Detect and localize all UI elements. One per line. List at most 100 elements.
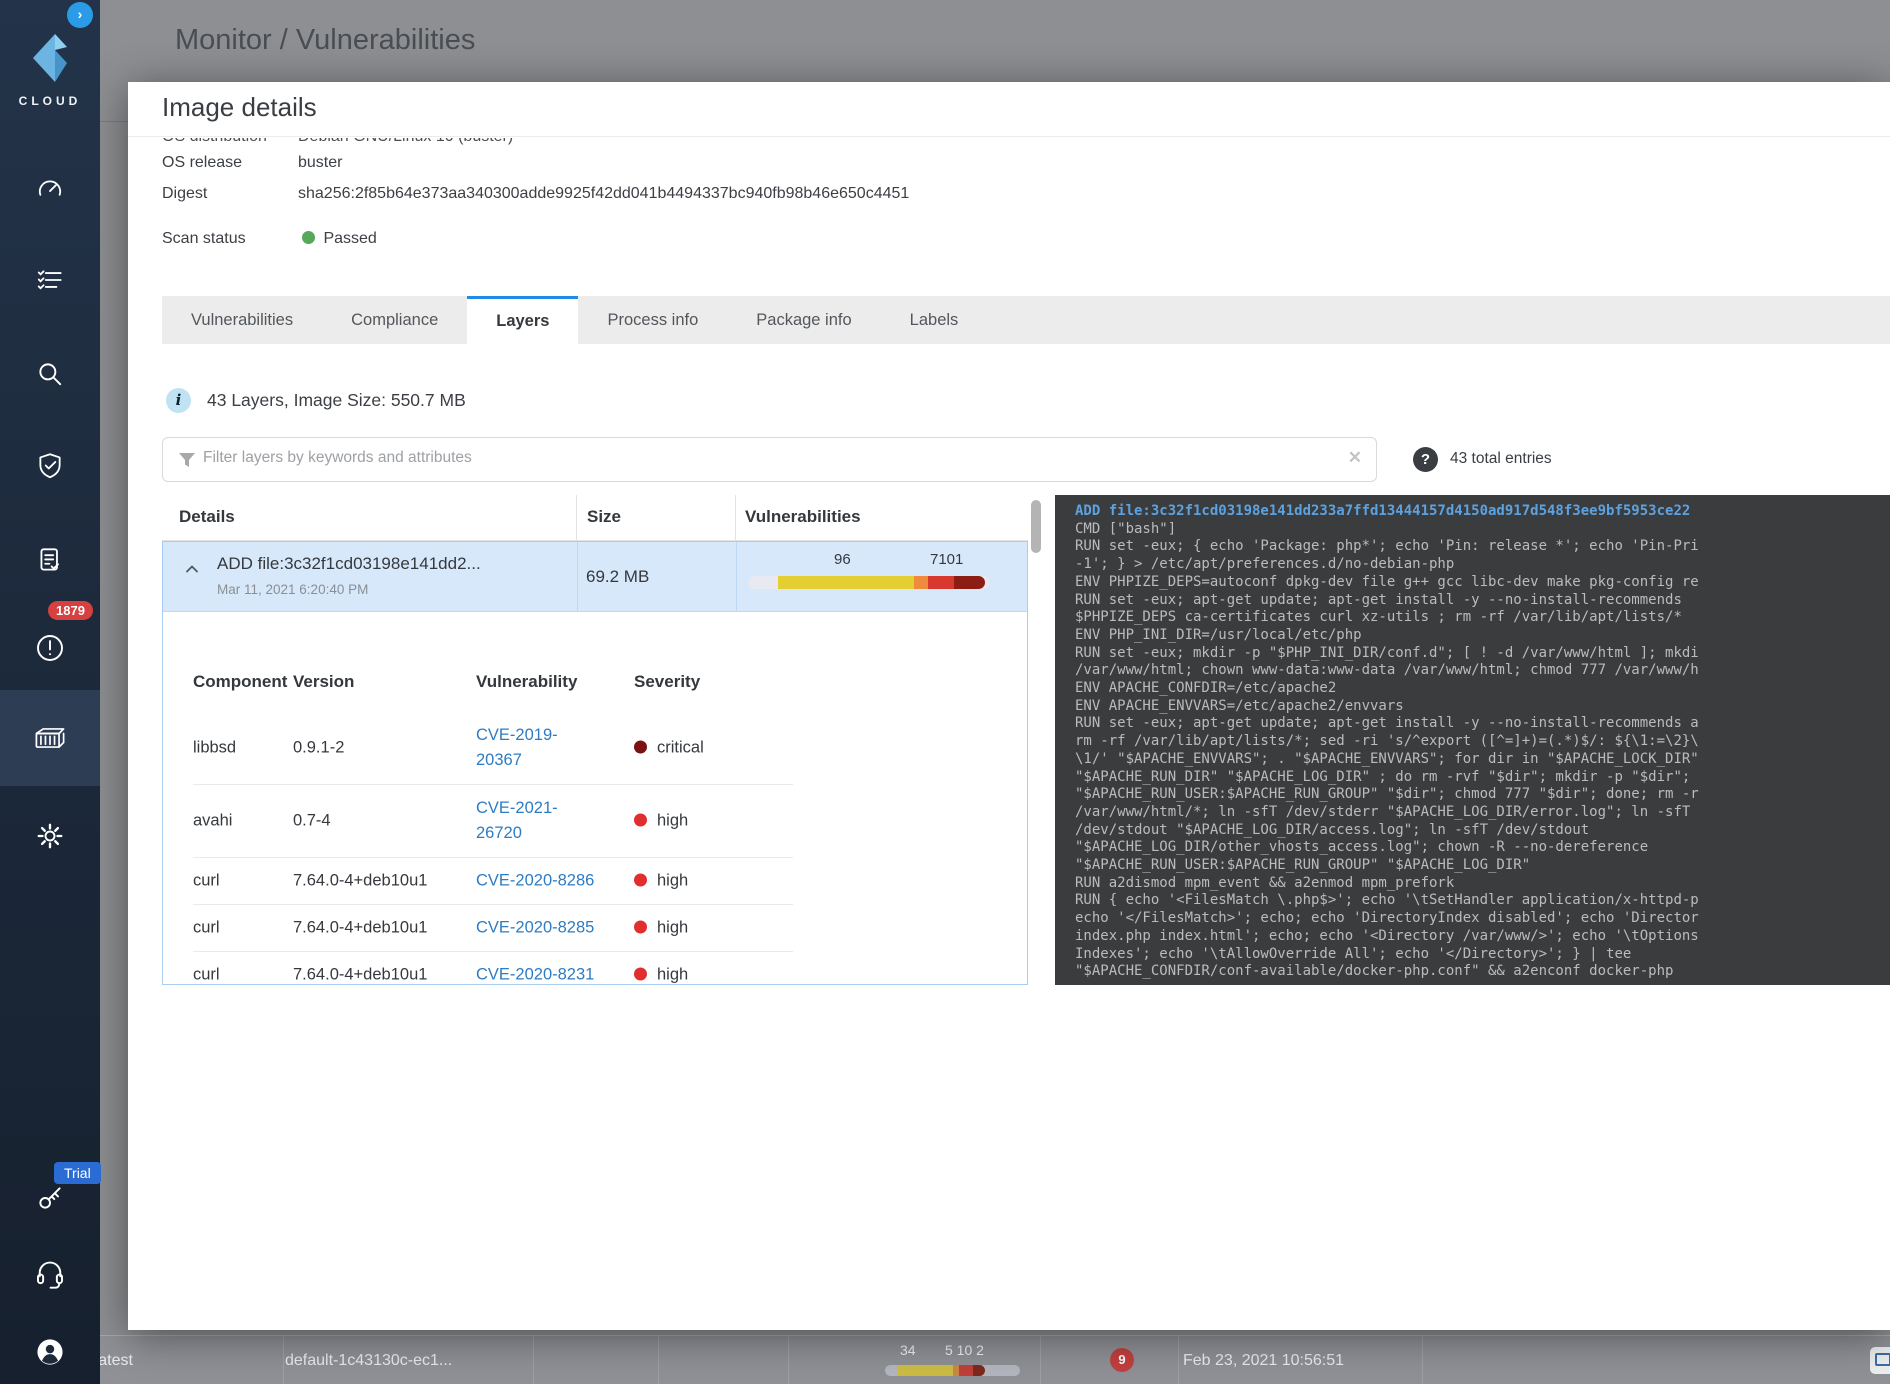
logo-text: CLOUD (0, 94, 100, 108)
modal-tabs: VulnerabilitiesComplianceLayersProcess i… (162, 296, 1890, 344)
layers-panes: Details Size Vulnerabilities ADD file:3c… (162, 495, 1890, 985)
code-line: "$APACHE_RUN_USER:$APACHE_RUN_GROUP" "$d… (1075, 786, 1890, 804)
layer-date: Mar 11, 2021 6:20:40 PM (217, 582, 368, 597)
code-line: ENV APACHE_ENVVARS=/etc/apache2/envvars (1075, 698, 1890, 716)
bottom-row-date: Feb 23, 2021 10:56:51 (1183, 1336, 1344, 1384)
screen: CLOUD › 1879 (0, 0, 1890, 1384)
modal-title: Image details (162, 92, 317, 123)
severity-cell: critical (634, 739, 704, 758)
code-line: "$APACHE_CONFDIR/conf-available/docker-p… (1075, 963, 1890, 981)
component-name: avahi (193, 812, 232, 831)
code-line: RUN set -eux; mkdir -p "$PHP_INI_DIR/con… (1075, 645, 1890, 663)
layers-table-header: Details Size Vulnerabilities (162, 495, 1028, 541)
cve-link[interactable]: CVE-2020-8285 (476, 919, 594, 938)
code-line: ENV PHPIZE_DEPS=autoconf dpkg-dev file g… (1075, 574, 1890, 592)
code-line: ENV APACHE_CONFDIR=/etc/apache2 (1075, 680, 1890, 698)
tab-labels[interactable]: Labels (881, 296, 988, 344)
component-version: 7.64.0-4+deb10u1 (293, 872, 427, 891)
layers-filter-input[interactable]: Filter layers by keywords and attributes… (162, 437, 1377, 482)
vuln-bar-label-left: 96 (834, 551, 851, 568)
cve-link[interactable]: CVE-2019-20367 (476, 723, 571, 773)
code-line: "$APACHE_RUN_USER:$APACHE_RUN_GROUP" "$A… (1075, 857, 1890, 875)
severity-cell: high (634, 919, 688, 938)
detail-row-os-release: OS releasebuster (162, 154, 342, 172)
sidebar-item-containers[interactable] (0, 690, 100, 786)
help-icon[interactable]: ? (1413, 447, 1438, 472)
header-version: Version (293, 672, 354, 692)
component-version: 7.64.0-4+deb10u1 (293, 919, 427, 938)
component-row: curl 7.64.0-4+deb10u1 CVE-2020-8231 high (193, 952, 793, 985)
code-line: /var/www/html; chown www-data:www-data /… (1075, 662, 1890, 680)
code-line: "$APACHE_RUN_DIR" "$APACHE_LOG_DIR" ; do… (1075, 769, 1890, 787)
sidebar-item-compliance[interactable] (0, 524, 100, 596)
code-line: RUN set -eux; { echo 'Package: php*'; ec… (1075, 538, 1890, 556)
header-severity: Severity (634, 672, 700, 692)
detail-row-os-distribution: OS distributionDebian GNU/Linux 10 (bust… (162, 138, 1870, 148)
sidebar-expand-button[interactable]: › (67, 2, 93, 28)
layer-row[interactable]: ADD file:3c32f1cd03198e141dd2... Mar 11,… (163, 542, 1027, 612)
tab-package-info[interactable]: Package info (727, 296, 880, 344)
vuln-bar-label-right: 7101 (930, 551, 963, 568)
code-line: "$APACHE_LOG_DIR/other_vhosts_access.log… (1075, 839, 1890, 857)
column-header-vulnerabilities: Vulnerabilities (745, 507, 861, 527)
tab-vulnerabilities[interactable]: Vulnerabilities (162, 296, 322, 344)
component-row: curl7.64.0-4+deb10u1CVE-2020-8285high (193, 905, 793, 952)
header-vulnerability: Vulnerability (476, 672, 577, 692)
filter-placeholder: Filter layers by keywords and attributes (203, 449, 472, 467)
code-line: -1'; } > /etc/apt/preferences.d/no-debia… (1075, 556, 1890, 574)
clear-filter-icon[interactable]: ✕ (1348, 448, 1362, 468)
code-line: echo '</FilesMatch>'; echo; echo 'Direct… (1075, 910, 1890, 928)
code-line: Indexes'; echo '\tAllowOverride All'; ec… (1075, 946, 1890, 964)
sidebar-item-profile[interactable] (0, 1316, 100, 1384)
dashboard-gauge-icon (35, 175, 65, 205)
severity-cell: high (634, 966, 688, 985)
code-line: RUN set -eux; apt-get update; apt-get in… (1075, 715, 1890, 733)
tab-compliance[interactable]: Compliance (322, 296, 467, 344)
bottom-row-count-left: 34 (900, 1342, 916, 1358)
code-line: rm -rf /var/lib/apt/lists/*; sed -ri 's/… (1075, 733, 1890, 751)
component-version: 0.9.1-2 (293, 739, 344, 758)
sidebar-item-search[interactable] (0, 338, 100, 410)
tab-process-info[interactable]: Process info (578, 296, 727, 344)
shield-check-icon (35, 451, 65, 481)
code-line: RUN a2dismod mpm_event && a2enmod mpm_pr… (1075, 875, 1890, 893)
cve-link[interactable]: CVE-2021-26720 (476, 796, 571, 846)
code-line: \1/' "$APACHE_ENVVARS"; . "$APACHE_ENVVA… (1075, 751, 1890, 769)
severity-dot (634, 814, 647, 827)
code-line: ENV PHP_INI_DIR=/usr/local/etc/php (1075, 627, 1890, 645)
component-name: curl (193, 966, 220, 985)
code-line: CMD ["bash"] (1075, 521, 1890, 539)
app-logo[interactable]: CLOUD (0, 30, 100, 108)
column-header-size: Size (587, 507, 621, 527)
component-row: curl7.64.0-4+deb10u1CVE-2020-8286high (193, 858, 793, 905)
cve-link[interactable]: CVE-2020-8231 (476, 966, 594, 985)
bottom-row-vuln-bar (885, 1365, 1020, 1376)
total-entries-label: 43 total entries (1450, 450, 1552, 468)
cve-link[interactable]: CVE-2020-8286 (476, 872, 594, 891)
sidebar-item-policies[interactable] (0, 244, 100, 316)
tab-layers[interactable]: Layers (467, 296, 578, 344)
sidebar-item-settings[interactable] (0, 800, 100, 872)
table-scrollbar-thumb[interactable] (1031, 500, 1041, 553)
user-avatar-icon (34, 1336, 66, 1368)
scan-report-icon (1870, 1347, 1890, 1374)
code-line: $PHPIZE_DEPS ca-certificates curl xz-uti… (1075, 609, 1890, 627)
sidebar-item-dashboard[interactable] (0, 154, 100, 226)
component-row: libbsd 0.9.1-2 CVE-2019-20367 critical (193, 712, 793, 785)
sidebar-item-alerts[interactable] (0, 612, 100, 684)
sidebar-item-support[interactable] (0, 1238, 100, 1310)
digest-value: sha256:2f85b64e373aa340300adde9925f42dd0… (298, 185, 909, 202)
sidebar-item-defend[interactable] (0, 430, 100, 502)
detail-row-scan-status: Scan status Passed (162, 230, 377, 248)
component-version: 7.64.0-4+deb10u1 (293, 966, 427, 985)
layer-name: ADD file:3c32f1cd03198e141dd2... (217, 554, 481, 574)
status-dot (302, 231, 315, 244)
audit-document-icon (35, 545, 65, 575)
header-component: Component (193, 672, 287, 692)
component-name: libbsd (193, 739, 236, 758)
severity-dot (634, 921, 647, 934)
component-row: avahi0.7-4CVE-2021-26720high (193, 785, 793, 858)
dockerfile-code-panel: ADD file:3c32f1cd03198e141dd233a7ffd1344… (1055, 495, 1890, 985)
bottom-row-risk-badge: 9 (1110, 1348, 1134, 1372)
chevron-up-icon[interactable] (185, 564, 199, 574)
